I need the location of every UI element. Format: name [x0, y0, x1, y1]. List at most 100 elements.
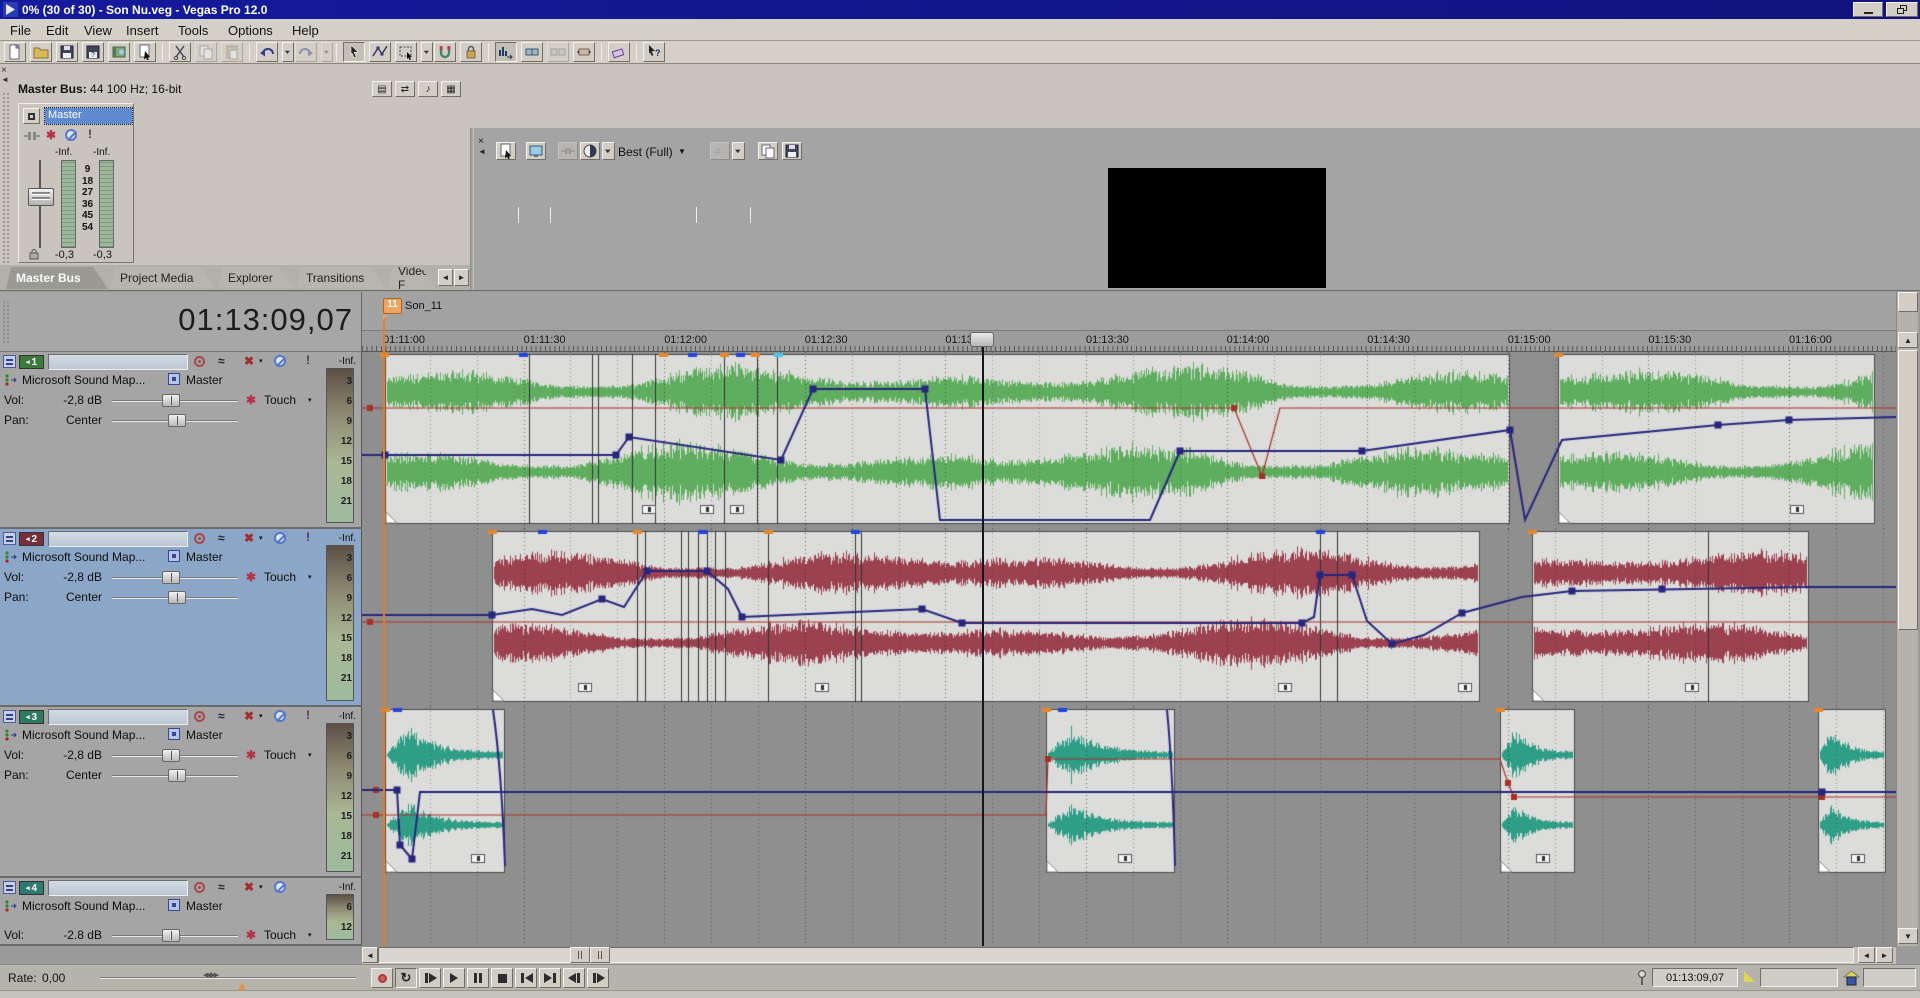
bus-routing-label[interactable]: Master	[186, 728, 223, 742]
vscroll-thumb[interactable]	[1898, 350, 1918, 630]
mute-button[interactable]: ✖	[244, 880, 254, 894]
record-arm-button[interactable]	[194, 882, 205, 893]
solo-button[interactable]	[274, 532, 286, 544]
bus-routing-icon[interactable]	[168, 373, 180, 385]
vol-slider-thumb[interactable]	[162, 394, 180, 407]
stop-button[interactable]	[491, 968, 513, 988]
bus-routing-icon[interactable]	[168, 899, 180, 911]
pan-value[interactable]: Center	[40, 590, 102, 604]
render-as-button[interactable]	[108, 42, 130, 62]
tab-video-fx[interactable]: Video F	[388, 267, 436, 289]
copy-frame-icon[interactable]	[758, 142, 778, 160]
mute-button[interactable]: ✖	[244, 354, 254, 368]
menu-options[interactable]: Options	[224, 22, 277, 39]
automation-dropdown-icon[interactable]: ▾	[308, 751, 312, 759]
mute-dropdown-icon[interactable]: ▾	[259, 357, 263, 365]
collapse-preview-icon[interactable]: ◄	[478, 147, 486, 156]
mute-dropdown-icon[interactable]: ▾	[259, 883, 263, 891]
quality-dropdown-arrow[interactable]: ▼	[678, 147, 686, 156]
hscroll-thumb-right[interactable]	[590, 947, 610, 963]
bus-name-field[interactable]: Master	[45, 108, 132, 124]
master-fader[interactable]	[28, 188, 54, 206]
track-minimize-icon[interactable]	[3, 710, 16, 723]
lock-envelopes-button[interactable]	[460, 42, 482, 62]
collapse-dock-icon[interactable]: ◄	[1, 75, 9, 84]
vol-value[interactable]: -2.8 dB	[40, 928, 102, 942]
pan-value[interactable]: Center	[40, 413, 102, 427]
audio-device-icon[interactable]	[4, 899, 18, 913]
record-arm-button[interactable]	[194, 356, 205, 367]
automation-dropdown-icon[interactable]: ▾	[308, 931, 312, 939]
solo-button[interactable]	[274, 355, 286, 367]
publish-project-button[interactable]: ?	[82, 42, 104, 62]
overlays-dropdown[interactable]	[732, 142, 745, 160]
mute-button[interactable]: ✖	[244, 531, 254, 545]
phase-invert-icon[interactable]: !	[306, 353, 310, 367]
track-4-header[interactable]: ◂4≈✖▾-Inf.Microsoft Sound Map...MasterVo…	[0, 878, 362, 946]
audio-device-icon[interactable]	[4, 373, 18, 387]
track-3-content[interactable]	[362, 707, 1896, 880]
cursor-time-display[interactable]: 01:13:09,07	[178, 302, 353, 338]
play-button[interactable]	[443, 968, 465, 988]
status-timecode[interactable]: 01:13:09,07	[1652, 968, 1738, 987]
automation-dropdown-icon[interactable]: ▾	[308, 396, 312, 404]
pan-slider-thumb[interactable]	[168, 591, 186, 604]
hscroll-right-arrow[interactable]: ►	[1876, 947, 1893, 963]
minimize-button[interactable]	[1853, 2, 1883, 17]
go-to-end-button[interactable]	[539, 968, 561, 988]
bus-routing-label[interactable]: Master	[186, 550, 223, 564]
mute-output-icon[interactable]	[65, 129, 77, 141]
group-events-button[interactable]	[521, 42, 543, 62]
track-1-header[interactable]: ◂1≈✖▾!-Inf.Microsoft Sound Map...MasterV…	[0, 352, 362, 529]
track-name-field[interactable]	[48, 880, 188, 896]
whats-this-help-button[interactable]: ?	[643, 42, 665, 62]
track-2-badge[interactable]: ◂2	[19, 532, 44, 546]
track-2-header[interactable]: ◂2≈✖▾!-Inf.Microsoft Sound Map...MasterV…	[0, 529, 362, 707]
record-arm-button[interactable]	[194, 711, 205, 722]
tab-transitions[interactable]: Transitions	[296, 267, 386, 289]
video-properties-icon[interactable]	[496, 142, 516, 160]
device-selector[interactable]: Microsoft Sound Map...	[22, 728, 145, 742]
phase-invert-icon[interactable]: !	[306, 530, 310, 544]
track-envelope-icon[interactable]: ≈	[218, 880, 225, 894]
normal-edit-tool-button[interactable]	[343, 42, 365, 62]
vscroll-top-button[interactable]	[1898, 292, 1918, 312]
track-minimize-icon[interactable]	[3, 881, 16, 894]
bus-routing-label[interactable]: Master	[186, 373, 223, 387]
eraser-tool-button[interactable]	[608, 42, 630, 62]
audio-device-icon[interactable]	[4, 728, 18, 742]
menu-help[interactable]: Help	[288, 22, 323, 39]
vol-slider-thumb[interactable]	[162, 929, 180, 942]
restore-button[interactable]	[1886, 2, 1918, 17]
track-minimize-icon[interactable]	[3, 532, 16, 545]
vscroll-down-arrow[interactable]: ▼	[1898, 928, 1918, 944]
close-preview-icon[interactable]: ×	[478, 136, 484, 147]
undo-dropdown-button[interactable]	[282, 42, 294, 62]
plugin-chain-icon[interactable]	[24, 130, 40, 142]
bus-routing-icon[interactable]	[168, 728, 180, 740]
time-ruler[interactable]: 01:11:0001:11:3001:12:0001:12:3001:13:00…	[362, 330, 1896, 352]
menu-file[interactable]: File	[6, 22, 35, 39]
automation-settings-icon[interactable]: ✱	[246, 393, 256, 407]
tabs-scroll-right[interactable]: ►	[454, 269, 469, 286]
properties-icon[interactable]: ▤	[372, 81, 392, 97]
hscroll-left-arrow[interactable]: ◄	[362, 947, 378, 963]
downmix-icon[interactable]: ⇄	[395, 81, 415, 97]
dim-output-icon[interactable]: ♪	[418, 81, 438, 97]
solo-button[interactable]	[274, 881, 286, 893]
track-1-content[interactable]	[362, 352, 1896, 531]
time-display-grip[interactable]	[2, 300, 9, 344]
go-to-start-button[interactable]	[515, 968, 537, 988]
preview-quality-icon[interactable]	[580, 142, 600, 160]
track-1-badge[interactable]: ◂1	[19, 355, 44, 369]
bus-routing-label[interactable]: Master	[186, 899, 223, 913]
automation-dropdown-icon[interactable]: ▾	[308, 573, 312, 581]
rate-slider-track[interactable]	[100, 977, 356, 979]
pan-slider-thumb[interactable]	[168, 414, 186, 427]
track-envelope-icon[interactable]: ≈	[218, 709, 225, 723]
timeline-vscrollbar[interactable]: ▲ ▼	[1896, 292, 1918, 946]
track-name-field[interactable]	[48, 531, 188, 547]
solo-button[interactable]	[274, 710, 286, 722]
save-project-button[interactable]	[56, 42, 78, 62]
open-project-button[interactable]	[30, 42, 52, 62]
